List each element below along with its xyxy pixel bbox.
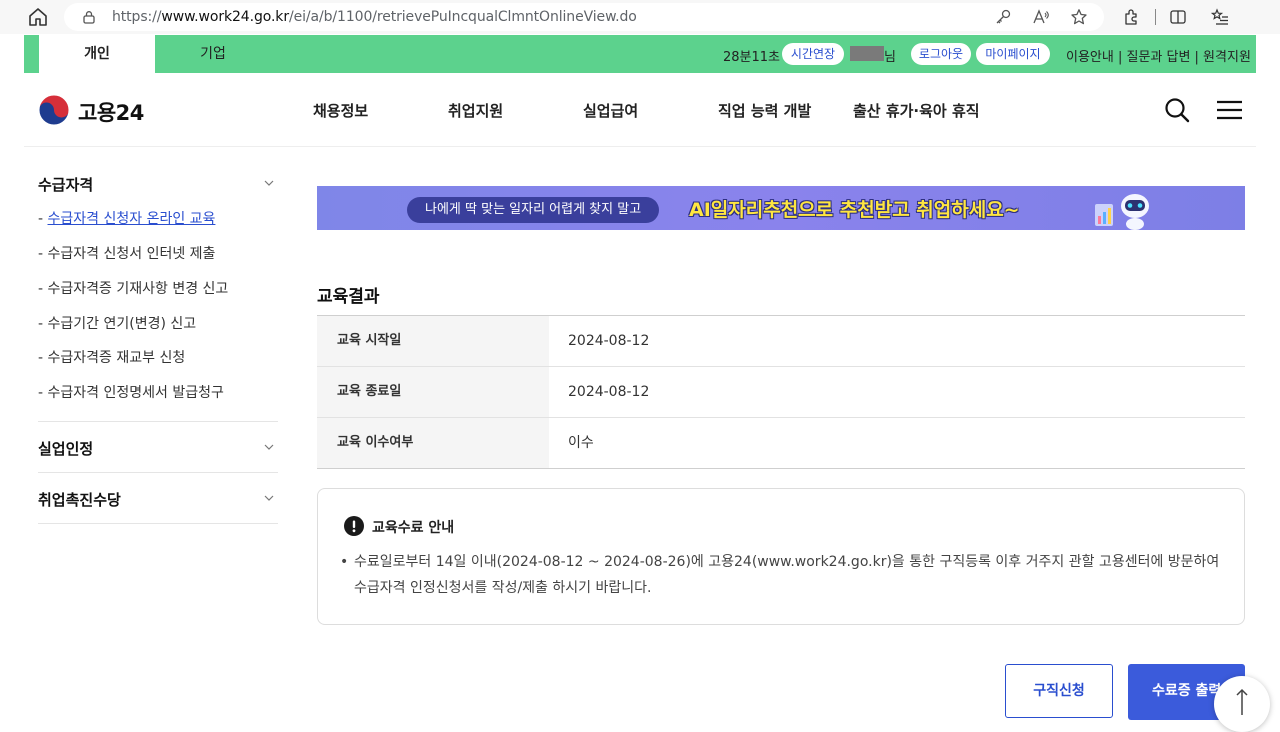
extensions-icon[interactable]: [1122, 8, 1140, 26]
sidebar-section-title[interactable]: 수급자격: [38, 174, 278, 195]
sidebar-item-change-report[interactable]: - 수급자격증 기재사항 변경 신고: [38, 278, 228, 298]
sidebar-section-title[interactable]: 실업인정: [38, 438, 278, 459]
address-bar[interactable]: https://www.work24.go.kr/ei/a/b/1100/ret…: [64, 3, 1104, 31]
exclamation-icon: [344, 516, 364, 536]
home-icon[interactable]: [26, 6, 50, 28]
nav-parental-leave[interactable]: 출산 휴가·육아 휴직: [853, 100, 980, 121]
education-result-title: 교육결과: [317, 287, 380, 307]
table-row: 교육 이수여부 이수: [317, 418, 1245, 469]
masked-username: [850, 46, 884, 61]
logout-button[interactable]: 로그아웃: [911, 43, 971, 65]
row-label: 교육 이수여부: [317, 418, 549, 468]
robot-illustration-icon: [1095, 194, 1149, 230]
notice-title: 교육수료 안내: [372, 520, 455, 536]
banner-pill-text: 나에게 딱 맞는 일자리 어렵게 찾지 말고: [407, 197, 660, 223]
user-suffix: 님: [884, 50, 896, 65]
key-icon[interactable]: [994, 8, 1012, 26]
logo-text[interactable]: 고용24: [78, 97, 144, 127]
lock-icon: [83, 11, 95, 24]
table-row: 교육 종료일 2024-08-12: [317, 367, 1245, 418]
sidebar-section-eligibility[interactable]: 수급자격: [38, 174, 278, 195]
chevron-down-icon[interactable]: [264, 180, 274, 186]
toolbar-separator: [1155, 9, 1156, 25]
sidebar-divider: [38, 472, 278, 473]
sidebar-divider: [38, 421, 278, 422]
job-application-button[interactable]: 구직신청: [1005, 664, 1113, 718]
table-row: 교육 시작일 2024-08-12: [317, 316, 1245, 367]
nav-unemployment-benefits[interactable]: 실업급여: [583, 100, 638, 121]
chevron-down-icon[interactable]: [264, 495, 274, 501]
scroll-to-top-button[interactable]: [1214, 676, 1270, 732]
completion-notice-box: 교육수료 안내 수료일로부터 14일 이내(2024-08-12 ~ 2024-…: [317, 488, 1245, 625]
row-value: 2024-08-12: [568, 384, 650, 400]
nav-employment-support[interactable]: 취업지원: [448, 100, 503, 121]
favorites-list-icon[interactable]: [1211, 8, 1229, 26]
row-value: 이수: [568, 435, 594, 451]
sidebar-section-employment-promotion[interactable]: 취업촉진수당: [38, 489, 278, 510]
sidebar-item-application-submit[interactable]: - 수급자격 신청서 인터넷 제출: [38, 243, 215, 263]
sidebar-section-unemployment-recognition[interactable]: 실업인정: [38, 438, 278, 459]
ai-job-recommendation-banner[interactable]: 나에게 딱 맞는 일자리 어렵게 찾지 말고 AI일자리추천으로 추천받고 취업…: [317, 186, 1245, 230]
extend-session-button[interactable]: 시간연장: [782, 43, 844, 65]
utility-links[interactable]: 이용안내 | 질문과 답변 | 원격지원: [1066, 46, 1251, 65]
hamburger-menu-icon[interactable]: [1217, 100, 1242, 120]
tab-company[interactable]: 기업: [155, 35, 271, 73]
read-aloud-icon[interactable]: [1032, 8, 1050, 26]
session-timer: 28분11초: [723, 50, 781, 65]
banner-headline: AI일자리추천으로 추천받고 취업하세요~: [689, 199, 1020, 221]
sidebar-item-period-extension[interactable]: - 수급기간 연기(변경) 신고: [38, 313, 196, 333]
favorite-star-icon[interactable]: [1070, 8, 1088, 26]
sidebar-item-statement-request[interactable]: - 수급자격 인정명세서 발급청구: [38, 382, 224, 402]
education-result-table: 교육 시작일 2024-08-12 교육 종료일 2024-08-12 교육 이…: [317, 315, 1245, 469]
row-value: 2024-08-12: [568, 333, 650, 349]
tab-personal[interactable]: 개인: [39, 35, 155, 73]
split-screen-icon[interactable]: [1169, 8, 1187, 26]
row-label: 교육 종료일: [317, 367, 549, 417]
notice-body: 수료일로부터 14일 이내(2024-08-12 ~ 2024-08-26)에 …: [340, 549, 1230, 601]
sidebar-section-title[interactable]: 취업촉진수당: [38, 489, 278, 510]
mypage-button[interactable]: 마이페이지: [976, 43, 1050, 65]
top-utility-bar: 개인 기업 28분11초 시간연장 님 로그아웃 마이페이지 이용안내 | 질문…: [24, 35, 1256, 73]
taegeuk-logo-icon[interactable]: [38, 94, 70, 126]
row-label: 교육 시작일: [317, 316, 549, 366]
nav-jobs[interactable]: 채용정보: [313, 100, 368, 121]
url-text: https://www.work24.go.kr/ei/a/b/1100/ret…: [112, 9, 637, 25]
site-header: 고용24 채용정보 취업지원 실업급여 직업 능력 개발 출산 휴가·육아 휴직: [24, 73, 1256, 147]
sidebar-item-online-education[interactable]: - 수급자격 신청자 온라인 교육: [38, 208, 215, 228]
chevron-down-icon[interactable]: [264, 444, 274, 450]
sidebar-divider: [38, 523, 278, 524]
search-icon[interactable]: [1164, 97, 1190, 123]
arrow-up-icon: [1236, 688, 1248, 715]
nav-job-skills[interactable]: 직업 능력 개발: [718, 100, 811, 121]
browser-toolbar: https://www.work24.go.kr/ei/a/b/1100/ret…: [0, 0, 1280, 34]
sidebar-item-reissue[interactable]: - 수급자격증 재교부 신청: [38, 347, 185, 367]
